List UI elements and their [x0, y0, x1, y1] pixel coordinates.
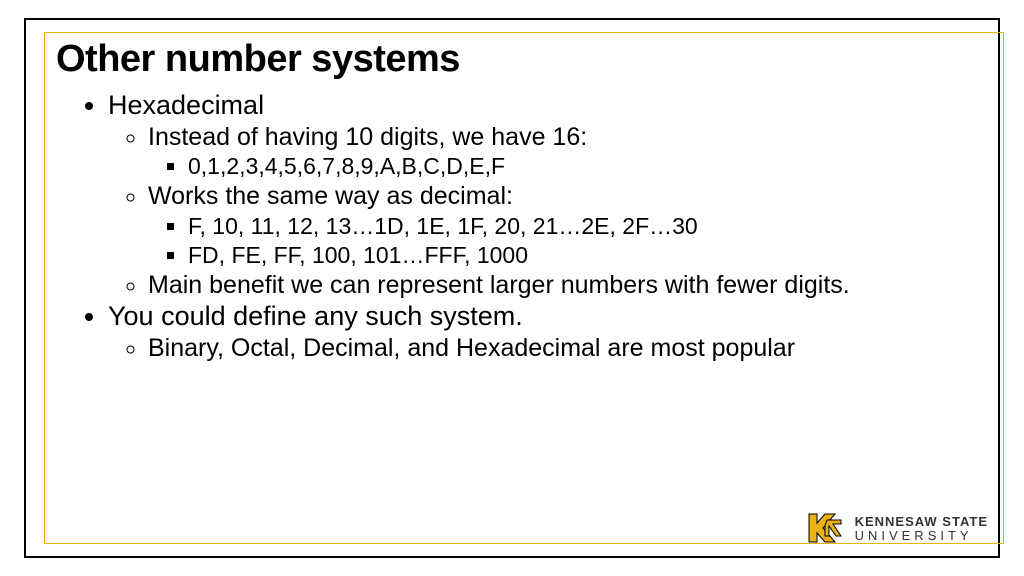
sublist-hexadecimal: Instead of having 10 digits, we have 16:…	[108, 122, 968, 300]
sub-digits-intro: Instead of having 10 digits, we have 16:…	[148, 122, 968, 181]
sub-benefit: Main benefit we can represent larger num…	[148, 270, 968, 301]
sub-popular: Binary, Octal, Decimal, and Hexadecimal …	[148, 333, 968, 364]
university-logo: KENNESAW STATE UNIVERSITY	[803, 506, 988, 550]
slide-content: Other number systems Hexadecimal Instead…	[56, 38, 968, 544]
bullet-anysystem: You could define any such system. Binary…	[108, 300, 968, 363]
slide-title: Other number systems	[56, 38, 968, 81]
logo-line1: KENNESAW STATE	[855, 515, 988, 528]
logo-line2: UNIVERSITY	[855, 529, 988, 542]
logo-text: KENNESAW STATE UNIVERSITY	[855, 515, 988, 542]
bullet-list: Hexadecimal Instead of having 10 digits,…	[56, 89, 968, 364]
slide-outer-frame: Other number systems Hexadecimal Instead…	[24, 18, 1000, 558]
sublist-anysystem: Binary, Octal, Decimal, and Hexadecimal …	[108, 333, 968, 364]
sub-digits-intro-text: Instead of having 10 digits, we have 16:	[148, 123, 587, 151]
subsub-works-seq2: FD, FE, FF, 100, 101…FFF, 1000	[188, 241, 968, 270]
subsub-works-seq1: F, 10, 11, 12, 13…1D, 1E, 1F, 20, 21…2E,…	[188, 212, 968, 241]
subsublist-works: F, 10, 11, 12, 13…1D, 1E, 1F, 20, 21…2E,…	[148, 212, 968, 270]
logo-mark-icon	[803, 506, 847, 550]
bullet-anysystem-label: You could define any such system.	[108, 301, 523, 331]
bullet-hexadecimal-label: Hexadecimal	[108, 90, 264, 120]
subsublist-digits: 0,1,2,3,4,5,6,7,8,9,A,B,C,D,E,F	[148, 152, 968, 181]
sub-works-intro-text: Works the same way as decimal:	[148, 182, 513, 210]
subsub-digits-list: 0,1,2,3,4,5,6,7,8,9,A,B,C,D,E,F	[188, 152, 968, 181]
sub-works-intro: Works the same way as decimal: F, 10, 11…	[148, 181, 968, 269]
bullet-hexadecimal: Hexadecimal Instead of having 10 digits,…	[108, 89, 968, 300]
